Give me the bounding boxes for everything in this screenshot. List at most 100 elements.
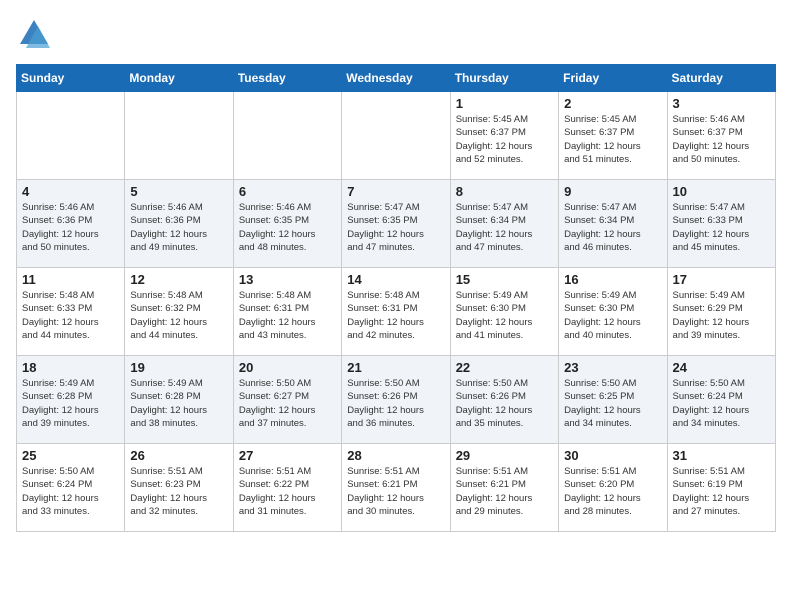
calendar-week-row: 18 Sunrise: 5:49 AM Sunset: 6:28 PM Dayli…	[17, 356, 776, 444]
day-number: 9	[564, 184, 661, 199]
day-number: 7	[347, 184, 444, 199]
col-header-saturday: Saturday	[667, 65, 775, 92]
day-info: Sunrise: 5:50 AM Sunset: 6:27 PM Dayligh…	[239, 377, 336, 430]
calendar-cell: 12 Sunrise: 5:48 AM Sunset: 6:32 PM Dayli…	[125, 268, 233, 356]
calendar-cell: 19 Sunrise: 5:49 AM Sunset: 6:28 PM Dayli…	[125, 356, 233, 444]
day-info: Sunrise: 5:47 AM Sunset: 6:33 PM Dayligh…	[673, 201, 770, 254]
day-info: Sunrise: 5:46 AM Sunset: 6:35 PM Dayligh…	[239, 201, 336, 254]
day-info: Sunrise: 5:46 AM Sunset: 6:36 PM Dayligh…	[130, 201, 227, 254]
day-info: Sunrise: 5:49 AM Sunset: 6:28 PM Dayligh…	[22, 377, 119, 430]
day-info: Sunrise: 5:50 AM Sunset: 6:24 PM Dayligh…	[22, 465, 119, 518]
logo-icon	[16, 16, 52, 52]
day-number: 15	[456, 272, 553, 287]
calendar-cell: 13 Sunrise: 5:48 AM Sunset: 6:31 PM Dayli…	[233, 268, 341, 356]
day-info: Sunrise: 5:45 AM Sunset: 6:37 PM Dayligh…	[564, 113, 661, 166]
calendar-cell: 28 Sunrise: 5:51 AM Sunset: 6:21 PM Dayli…	[342, 444, 450, 532]
calendar-cell: 21 Sunrise: 5:50 AM Sunset: 6:26 PM Dayli…	[342, 356, 450, 444]
calendar-week-row: 1Sunrise: 5:45 AM Sunset: 6:37 PM Daylig…	[17, 92, 776, 180]
page-header	[16, 16, 776, 52]
day-number: 17	[673, 272, 770, 287]
calendar-cell: 20 Sunrise: 5:50 AM Sunset: 6:27 PM Dayli…	[233, 356, 341, 444]
calendar-cell: 10 Sunrise: 5:47 AM Sunset: 6:33 PM Dayli…	[667, 180, 775, 268]
day-info: Sunrise: 5:51 AM Sunset: 6:19 PM Dayligh…	[673, 465, 770, 518]
day-number: 16	[564, 272, 661, 287]
day-number: 25	[22, 448, 119, 463]
day-info: Sunrise: 5:51 AM Sunset: 6:21 PM Dayligh…	[347, 465, 444, 518]
calendar-cell	[342, 92, 450, 180]
calendar-cell: 25 Sunrise: 5:50 AM Sunset: 6:24 PM Dayli…	[17, 444, 125, 532]
day-number: 12	[130, 272, 227, 287]
col-header-thursday: Thursday	[450, 65, 558, 92]
day-info: Sunrise: 5:51 AM Sunset: 6:22 PM Dayligh…	[239, 465, 336, 518]
calendar-cell: 22 Sunrise: 5:50 AM Sunset: 6:26 PM Dayli…	[450, 356, 558, 444]
col-header-tuesday: Tuesday	[233, 65, 341, 92]
calendar-header-row: SundayMondayTuesdayWednesdayThursdayFrid…	[17, 65, 776, 92]
calendar-cell: 29Sunrise: 5:51 AM Sunset: 6:21 PM Dayli…	[450, 444, 558, 532]
calendar-cell: 9 Sunrise: 5:47 AM Sunset: 6:34 PM Daylig…	[559, 180, 667, 268]
day-number: 11	[22, 272, 119, 287]
calendar-cell: 5 Sunrise: 5:46 AM Sunset: 6:36 PM Daylig…	[125, 180, 233, 268]
calendar-cell: 3 Sunrise: 5:46 AM Sunset: 6:37 PM Daylig…	[667, 92, 775, 180]
day-number: 29	[456, 448, 553, 463]
calendar-cell	[125, 92, 233, 180]
day-number: 31	[673, 448, 770, 463]
day-number: 24	[673, 360, 770, 375]
calendar-cell	[233, 92, 341, 180]
calendar-cell: 16 Sunrise: 5:49 AM Sunset: 6:30 PM Dayli…	[559, 268, 667, 356]
day-number: 10	[673, 184, 770, 199]
calendar-cell: 15Sunrise: 5:49 AM Sunset: 6:30 PM Dayli…	[450, 268, 558, 356]
day-info: Sunrise: 5:49 AM Sunset: 6:29 PM Dayligh…	[673, 289, 770, 342]
day-info: Sunrise: 5:49 AM Sunset: 6:28 PM Dayligh…	[130, 377, 227, 430]
day-number: 5	[130, 184, 227, 199]
col-header-monday: Monday	[125, 65, 233, 92]
calendar-cell: 26 Sunrise: 5:51 AM Sunset: 6:23 PM Dayli…	[125, 444, 233, 532]
calendar-cell: 31 Sunrise: 5:51 AM Sunset: 6:19 PM Dayli…	[667, 444, 775, 532]
day-number: 6	[239, 184, 336, 199]
calendar-cell: 8Sunrise: 5:47 AM Sunset: 6:34 PM Daylig…	[450, 180, 558, 268]
day-info: Sunrise: 5:50 AM Sunset: 6:24 PM Dayligh…	[673, 377, 770, 430]
day-info: Sunrise: 5:51 AM Sunset: 6:20 PM Dayligh…	[564, 465, 661, 518]
calendar-week-row: 11Sunrise: 5:48 AM Sunset: 6:33 PM Dayli…	[17, 268, 776, 356]
day-number: 20	[239, 360, 336, 375]
day-number: 2	[564, 96, 661, 111]
day-info: Sunrise: 5:48 AM Sunset: 6:32 PM Dayligh…	[130, 289, 227, 342]
calendar-table: SundayMondayTuesdayWednesdayThursdayFrid…	[16, 64, 776, 532]
day-info: Sunrise: 5:46 AM Sunset: 6:36 PM Dayligh…	[22, 201, 119, 254]
day-info: Sunrise: 5:50 AM Sunset: 6:25 PM Dayligh…	[564, 377, 661, 430]
day-info: Sunrise: 5:49 AM Sunset: 6:30 PM Dayligh…	[564, 289, 661, 342]
day-number: 13	[239, 272, 336, 287]
calendar-cell: 23 Sunrise: 5:50 AM Sunset: 6:25 PM Dayli…	[559, 356, 667, 444]
day-number: 21	[347, 360, 444, 375]
day-info: Sunrise: 5:51 AM Sunset: 6:23 PM Dayligh…	[130, 465, 227, 518]
day-info: Sunrise: 5:46 AM Sunset: 6:37 PM Dayligh…	[673, 113, 770, 166]
calendar-week-row: 4 Sunrise: 5:46 AM Sunset: 6:36 PM Daylig…	[17, 180, 776, 268]
day-info: Sunrise: 5:47 AM Sunset: 6:35 PM Dayligh…	[347, 201, 444, 254]
day-info: Sunrise: 5:48 AM Sunset: 6:31 PM Dayligh…	[239, 289, 336, 342]
calendar-cell: 4 Sunrise: 5:46 AM Sunset: 6:36 PM Daylig…	[17, 180, 125, 268]
day-number: 4	[22, 184, 119, 199]
calendar-cell: 27 Sunrise: 5:51 AM Sunset: 6:22 PM Dayli…	[233, 444, 341, 532]
calendar-cell: 18 Sunrise: 5:49 AM Sunset: 6:28 PM Dayli…	[17, 356, 125, 444]
calendar-cell: 1Sunrise: 5:45 AM Sunset: 6:37 PM Daylig…	[450, 92, 558, 180]
day-number: 19	[130, 360, 227, 375]
day-number: 18	[22, 360, 119, 375]
day-number: 28	[347, 448, 444, 463]
calendar-cell: 11Sunrise: 5:48 AM Sunset: 6:33 PM Dayli…	[17, 268, 125, 356]
calendar-cell: 24 Sunrise: 5:50 AM Sunset: 6:24 PM Dayli…	[667, 356, 775, 444]
col-header-friday: Friday	[559, 65, 667, 92]
day-number: 27	[239, 448, 336, 463]
calendar-cell	[17, 92, 125, 180]
calendar-week-row: 25 Sunrise: 5:50 AM Sunset: 6:24 PM Dayli…	[17, 444, 776, 532]
day-info: Sunrise: 5:50 AM Sunset: 6:26 PM Dayligh…	[347, 377, 444, 430]
day-number: 22	[456, 360, 553, 375]
day-number: 3	[673, 96, 770, 111]
day-number: 23	[564, 360, 661, 375]
day-number: 26	[130, 448, 227, 463]
day-number: 30	[564, 448, 661, 463]
day-info: Sunrise: 5:47 AM Sunset: 6:34 PM Dayligh…	[564, 201, 661, 254]
col-header-sunday: Sunday	[17, 65, 125, 92]
day-info: Sunrise: 5:50 AM Sunset: 6:26 PM Dayligh…	[456, 377, 553, 430]
calendar-cell: 6 Sunrise: 5:46 AM Sunset: 6:35 PM Daylig…	[233, 180, 341, 268]
calendar-cell: 2 Sunrise: 5:45 AM Sunset: 6:37 PM Daylig…	[559, 92, 667, 180]
calendar-cell: 7 Sunrise: 5:47 AM Sunset: 6:35 PM Daylig…	[342, 180, 450, 268]
